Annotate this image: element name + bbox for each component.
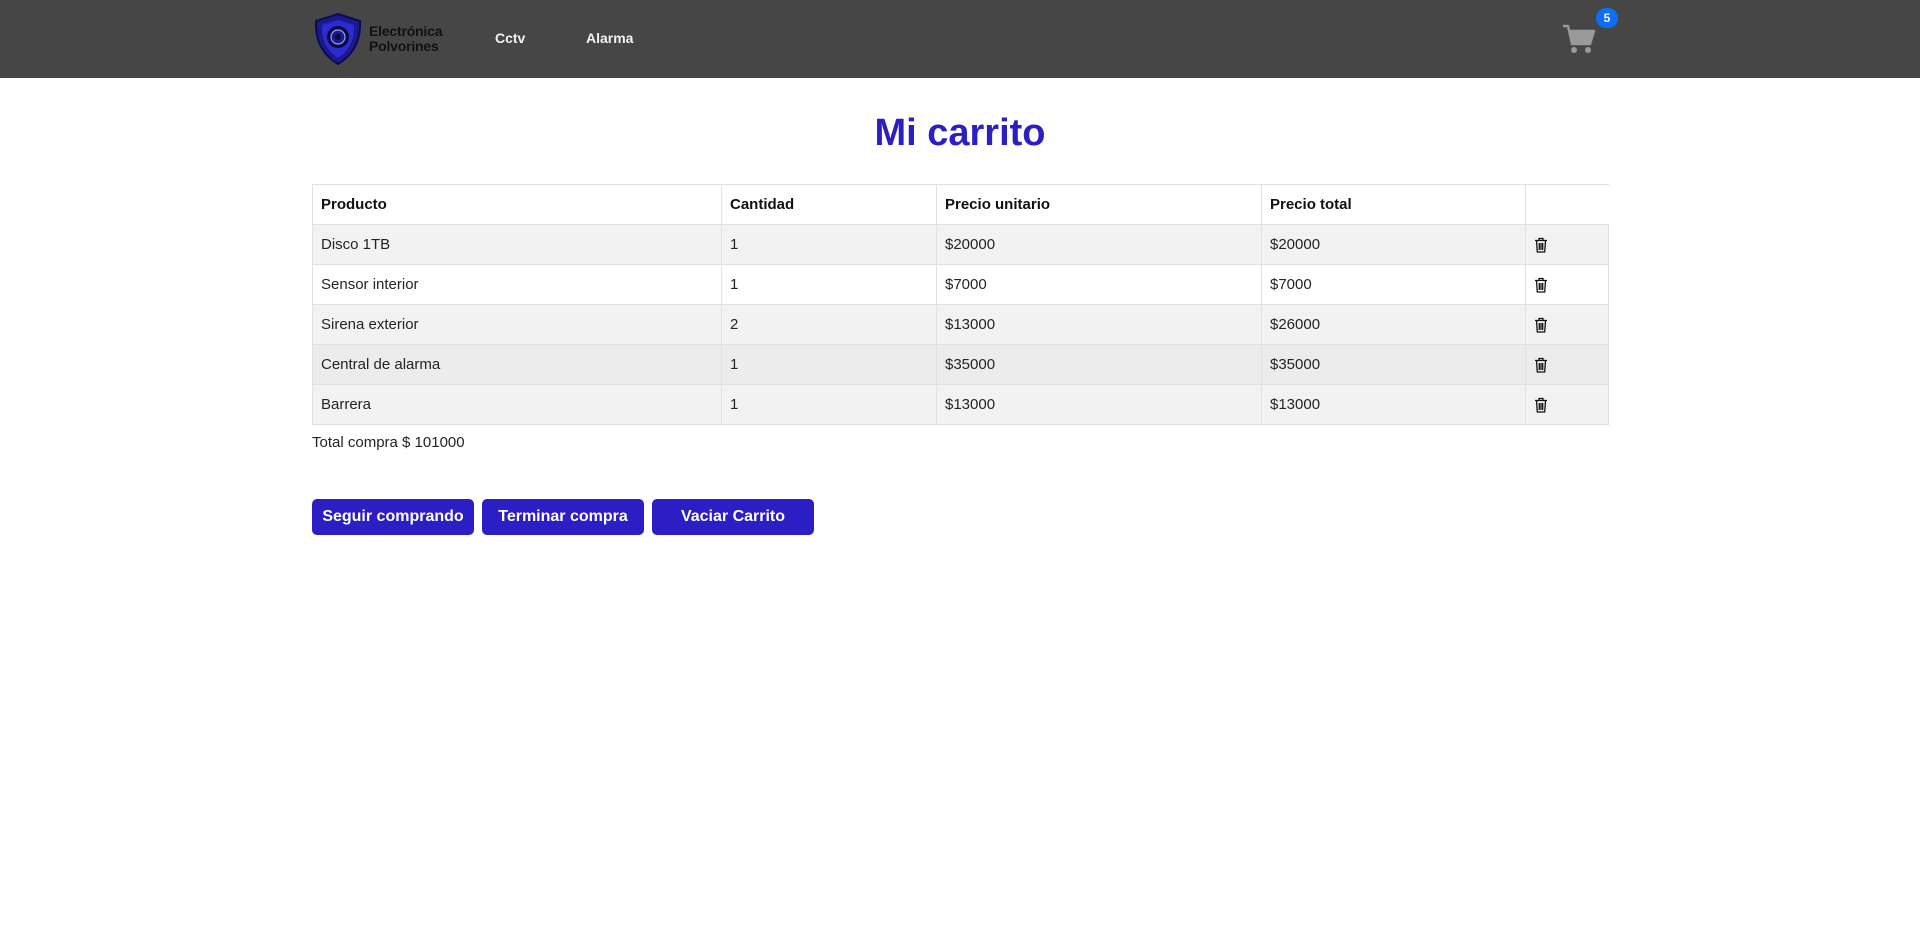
- cell-unit-price: $13000: [936, 384, 1262, 425]
- trash-icon: [1535, 277, 1547, 293]
- table-row: Disco 1TB 1 $20000 $20000: [312, 224, 1609, 265]
- header-product: Producto: [312, 184, 722, 225]
- trash-icon: [1535, 237, 1547, 253]
- delete-item-button[interactable]: [1534, 237, 1548, 253]
- table-row: Sirena exterior 2 $13000 $26000: [312, 304, 1609, 345]
- cell-unit-price: $13000: [936, 304, 1262, 345]
- table-row: Barrera 1 $13000 $13000: [312, 384, 1609, 425]
- page-title: Mi carrito: [874, 112, 1046, 154]
- cell-total-price: $35000: [1261, 344, 1526, 385]
- cell-quantity: 1: [721, 224, 937, 265]
- cell-actions: [1525, 344, 1609, 385]
- navbar: Electrónica Polvorines Cctv Alarma 5: [0, 0, 1920, 78]
- table-header-row: Producto Cantidad Precio unitario Precio…: [312, 184, 1609, 225]
- delete-item-button[interactable]: [1534, 397, 1548, 413]
- table-row: Central de alarma 1 $35000 $35000: [312, 344, 1609, 385]
- empty-cart-button[interactable]: Vaciar Carrito: [652, 499, 814, 535]
- trash-icon: [1535, 397, 1547, 413]
- cart-count-badge: 5: [1596, 8, 1618, 28]
- cell-actions: [1525, 384, 1609, 425]
- trash-icon: [1535, 317, 1547, 333]
- cell-quantity: 1: [721, 344, 937, 385]
- cell-total-price: $20000: [1261, 224, 1526, 265]
- cell-unit-price: $35000: [936, 344, 1262, 385]
- nav-link-alarma[interactable]: Alarma: [586, 30, 633, 46]
- cell-total-price: $7000: [1261, 264, 1526, 305]
- cart-table: Producto Cantidad Precio unitario Precio…: [312, 184, 1609, 425]
- brand-name: Electrónica Polvorines: [369, 24, 442, 54]
- cell-total-price: $26000: [1261, 304, 1526, 345]
- trash-icon: [1535, 357, 1547, 373]
- checkout-button[interactable]: Terminar compra: [482, 499, 644, 535]
- header-unit-price: Precio unitario: [936, 184, 1262, 225]
- cell-product: Barrera: [312, 384, 722, 425]
- nav-link-cctv[interactable]: Cctv: [495, 30, 525, 46]
- cell-actions: [1525, 224, 1609, 265]
- header-actions: [1525, 184, 1609, 225]
- header-total-price: Precio total: [1261, 184, 1526, 225]
- delete-item-button[interactable]: [1534, 317, 1548, 333]
- cell-product: Sensor interior: [312, 264, 722, 305]
- cell-quantity: 1: [721, 384, 937, 425]
- shield-logo-icon: [314, 12, 362, 66]
- delete-item-button[interactable]: [1534, 357, 1548, 373]
- brand-logo-link[interactable]: Electrónica Polvorines: [311, 12, 442, 66]
- cell-total-price: $13000: [1261, 384, 1526, 425]
- cell-product: Sirena exterior: [312, 304, 722, 345]
- cart-button[interactable]: [1562, 22, 1596, 56]
- cell-unit-price: $20000: [936, 224, 1262, 265]
- brand-name-line2: Polvorines: [369, 38, 439, 54]
- brand-name-line1: Electrónica: [369, 23, 443, 39]
- cell-actions: [1525, 304, 1609, 345]
- cell-unit-price: $7000: [936, 264, 1262, 305]
- table-row: Sensor interior 1 $7000 $7000: [312, 264, 1609, 305]
- cell-quantity: 2: [721, 304, 937, 345]
- cell-actions: [1525, 264, 1609, 305]
- delete-item-button[interactable]: [1534, 277, 1548, 293]
- total-purchase-text: Total compra $ 101000: [312, 434, 465, 451]
- shopping-cart-icon: [1563, 24, 1596, 53]
- header-quantity: Cantidad: [721, 184, 937, 225]
- continue-shopping-button[interactable]: Seguir comprando: [312, 499, 474, 535]
- cell-quantity: 1: [721, 264, 937, 305]
- cell-product: Disco 1TB: [312, 224, 722, 265]
- cell-product: Central de alarma: [312, 344, 722, 385]
